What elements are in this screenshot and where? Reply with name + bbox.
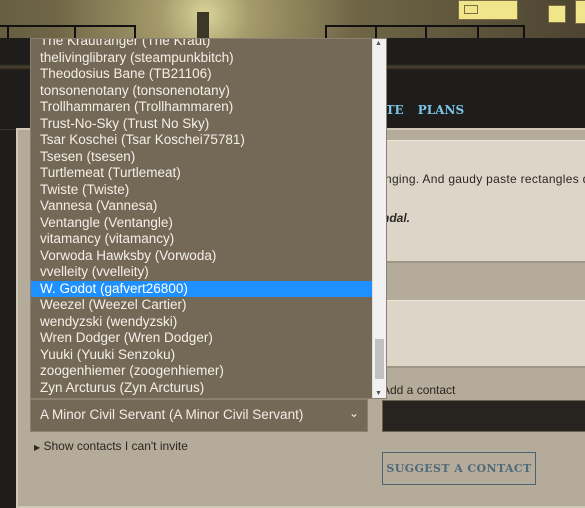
dropdown-option[interactable]: Vorwoda Hawksby (Vorwoda) (31, 248, 374, 265)
add-contact-label: Add a contact (382, 383, 456, 397)
chevron-down-icon: ⌄ (348, 406, 359, 420)
dropdown-option[interactable]: Zyn Arcturus (Zyn Arcturus) (31, 380, 374, 397)
contact-dropdown-list[interactable]: The Krautranger (The Kraut) thelivinglibr… (30, 38, 387, 399)
show-contacts-label: Show contacts I can't invite (43, 439, 188, 453)
dropdown-option[interactable]: thelivinglibrary (steampunkbitch) (31, 50, 374, 67)
dropdown-option[interactable]: Tsar Koschei (Tsar Koschei75781) (31, 132, 374, 149)
dropdown-option[interactable]: Weezel (Weezel Cartier) (31, 297, 374, 314)
dropdown-option[interactable]: vvelleity (vvelleity) (31, 264, 374, 281)
dropdown-option[interactable]: Wren Dodger (Wren Dodger) (31, 330, 374, 347)
nav-item-plans[interactable]: PLANS (418, 103, 464, 117)
dropdown-option[interactable]: The Krautranger (The Kraut) (31, 39, 374, 50)
scroll-up-icon[interactable]: ▲ (375, 40, 382, 47)
info-box (382, 300, 585, 368)
dropdown-option[interactable]: Twiste (Twiste) (31, 182, 374, 199)
add-contact-input[interactable] (382, 400, 585, 432)
dropdown-option[interactable]: Ventangle (Ventangle) (31, 215, 374, 232)
dropdown-option[interactable]: W. Godot (gafvert26800) (31, 280, 374, 297)
scrollbar[interactable]: ▲ ▼ (372, 39, 386, 398)
show-contacts-toggle[interactable]: ▶ Show contacts I can't invite (34, 439, 188, 453)
scrollbar-thumb[interactable] (375, 339, 384, 380)
lamp-post-icon (197, 12, 209, 38)
dropdown-option[interactable]: wendyzski (wendyzski) (31, 314, 374, 331)
select-value: A Minor Civil Servant (A Minor Civil Ser… (40, 407, 304, 422)
caret-right-icon: ▶ (34, 443, 41, 452)
main-nav: ITE PLANS (380, 103, 478, 117)
dropdown-option[interactable]: Trust-No-Sky (Trust No Sky) (31, 116, 374, 133)
dropdown-option[interactable]: Tsesen (tsesen) (31, 149, 374, 166)
dropdown-option[interactable]: vitamancy (vitamancy) (31, 231, 374, 248)
dropdown-option[interactable]: zoogenhiemer (zoogenhiemer) (31, 363, 374, 380)
description-text: inging. And gaudy paste rectangles di (382, 172, 585, 186)
dropdown-option[interactable]: Turtlemeat (Turtlemeat) (31, 165, 374, 182)
dropdown-option[interactable]: Theodosius Bane (TB21106) (31, 66, 374, 83)
dropdown-option[interactable]: tonsonenotany (tonsonenotany) (31, 83, 374, 100)
header-banner (0, 0, 585, 38)
dropdown-option[interactable]: Yuuki (Yuuki Senzoku) (31, 347, 374, 364)
dropdown-option[interactable]: Trollhammaren (Trollhammaren) (31, 99, 374, 116)
contact-select[interactable]: A Minor Civil Servant (A Minor Civil Ser… (30, 399, 368, 432)
scroll-down-icon[interactable]: ▼ (375, 390, 382, 397)
suggest-contact-button[interactable]: SUGGEST A CONTACT (382, 452, 536, 485)
description-box (382, 140, 585, 263)
dropdown-option[interactable]: Vannesa (Vannesa) (31, 198, 374, 215)
